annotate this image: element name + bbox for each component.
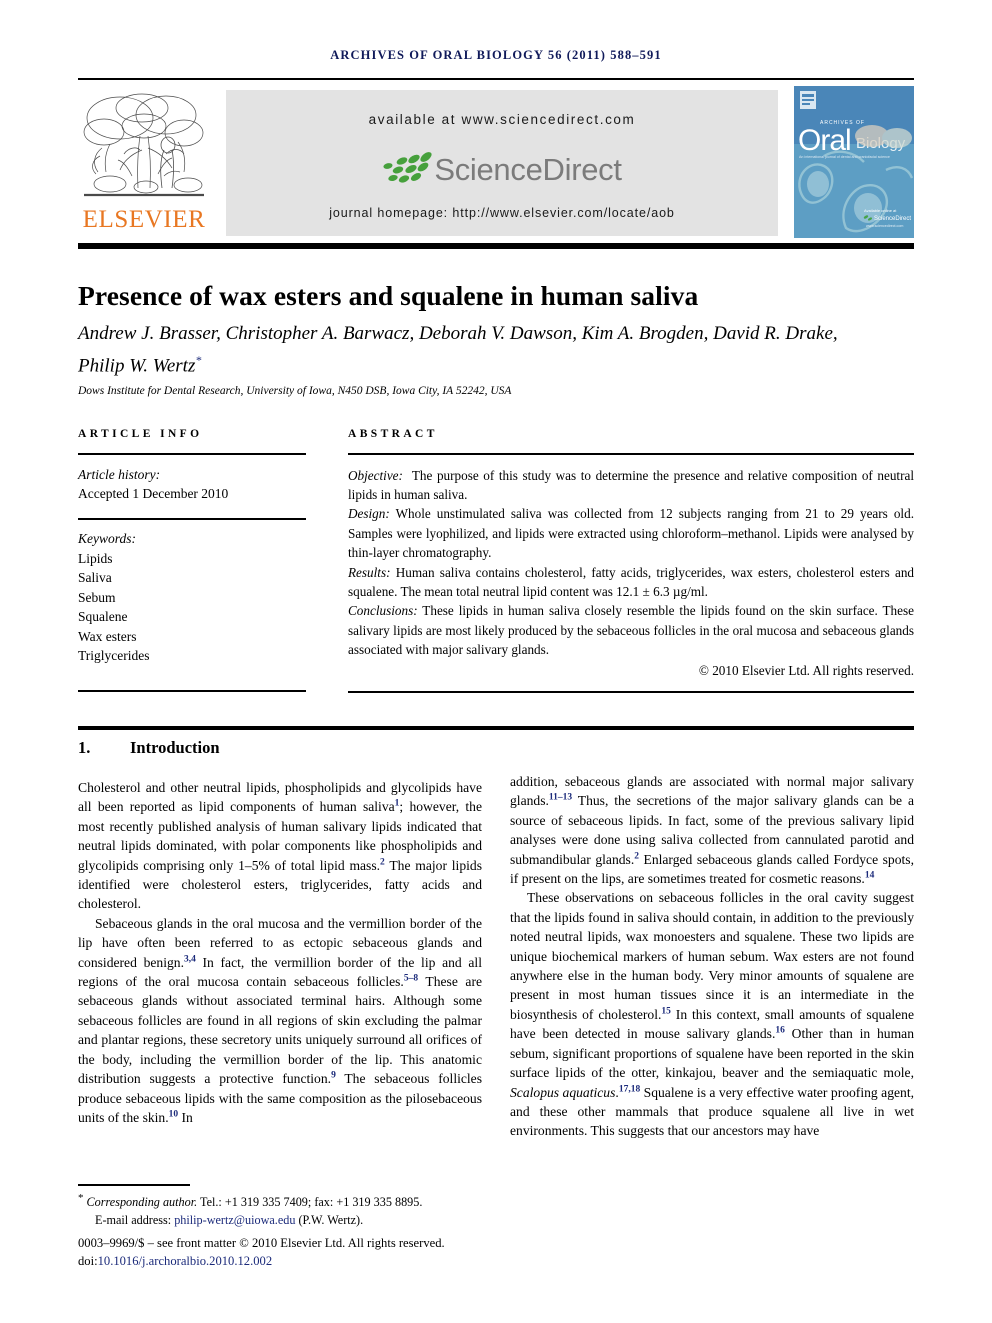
abstract-results: Results: Human saliva contains cholester… — [348, 563, 914, 602]
svg-text:www.sciencedirect.com: www.sciencedirect.com — [866, 224, 903, 228]
elsevier-wordmark: ELSEVIER — [82, 206, 206, 233]
article-info-heading: ARTICLE INFO — [78, 428, 203, 440]
svg-text:Oral: Oral — [798, 124, 851, 157]
abstract-conclusions-label: Conclusions: — [348, 603, 418, 619]
abstract-objective-label: Objective: — [348, 467, 403, 483]
reference-marker: 11–13 — [548, 792, 573, 803]
text-run: These observations on sebaceous follicle… — [510, 890, 914, 1022]
keyword-item: Squalene — [78, 609, 128, 624]
sciencedirect-wordmark: ScienceDirect — [434, 152, 622, 187]
email-note: E-mail address: philip-wertz@uiowa.edu (… — [78, 1212, 498, 1230]
footnote-star-marker: * — [78, 1192, 84, 1204]
reference-marker: 3,4 — [183, 954, 196, 965]
reference-marker: 16 — [775, 1025, 785, 1036]
abstract-objective-text: The purpose of this study was to determi… — [348, 467, 914, 502]
text-run: These are sebaceous glands without assoc… — [78, 974, 483, 1087]
keyword-item: Sebum — [78, 589, 116, 605]
paragraph: addition, sebaceous glands are associate… — [510, 772, 914, 888]
keywords-label: Keywords: — [78, 531, 136, 546]
abstract-results-label: Results: — [348, 564, 391, 580]
corresponding-author-contact: Tel.: +1 319 335 7409; fax: +1 319 335 8… — [197, 1195, 423, 1210]
section-number: 1. — [78, 738, 91, 757]
abstract-rule-bottom — [348, 690, 914, 694]
abstract-column: ABSTRACT Objective: The purpose of this … — [348, 428, 914, 694]
abstract-conclusions: Conclusions: These lipids in human saliv… — [348, 601, 914, 659]
paragraph: Sebaceous glands in the oral mucosa and … — [78, 914, 482, 1127]
text-run: In — [178, 1109, 193, 1125]
abstract-body: Objective: The purpose of this study was… — [348, 455, 914, 680]
section-heading-introduction: 1. Introduction — [78, 738, 220, 758]
running-head: ARCHIVES OF ORAL BIOLOGY 56 (2011) 588–5… — [330, 48, 662, 62]
svg-text:An international journal of de: An international journal of dental and c… — [799, 155, 890, 159]
email-label: E-mail address: — [95, 1212, 172, 1227]
paragraph: These observations on sebaceous follicle… — [510, 888, 914, 1140]
journal-homepage-text: journal homepage: http://www.elsevier.co… — [329, 206, 675, 220]
doi-label: doi: — [78, 1253, 98, 1268]
corresponding-author-note: * Corresponding author. Tel.: +1 319 335… — [78, 1190, 498, 1212]
article-info-rule-3 — [78, 689, 306, 692]
keyword-item: Wax esters — [78, 628, 137, 644]
species-name: Scalopus aquaticus — [510, 1084, 616, 1100]
journal-cover-thumbnail: ARCHIVES OF Oral Biology An internationa… — [794, 86, 914, 238]
author-names: Andrew J. Brasser, Christopher A. Barwac… — [78, 323, 838, 377]
article-title: Presence of wax esters and squalene in h… — [78, 280, 699, 312]
corresponding-author-marker: * — [195, 353, 202, 367]
doi-link[interactable]: 10.1016/j.archoralbio.2010.12.002 — [98, 1254, 273, 1268]
corresponding-author-label: Corresponding author. — [86, 1195, 198, 1210]
abstract-copyright: © 2010 Elsevier Ltd. All rights reserved… — [698, 662, 914, 678]
article-history-label: Article history: — [78, 466, 161, 482]
author-list: Andrew J. Brasser, Christopher A. Barwac… — [78, 320, 878, 379]
sciencedirect-band: available at www.sciencedirect.com Scien… — [226, 90, 778, 236]
email-link[interactable]: philip-wertz@uiowa.edu — [174, 1213, 295, 1227]
issn-front-matter: 0003–9969/$ – see front matter © 2010 El… — [78, 1236, 445, 1250]
body-column-right: addition, sebaceous glands are associate… — [510, 772, 914, 1141]
reference-marker: 14 — [864, 870, 875, 881]
keyword-item: Triglycerides — [78, 648, 150, 663]
reference-marker: 5–8 — [403, 973, 419, 984]
body-separator-rule — [78, 726, 914, 730]
footnote-block: * Corresponding author. Tel.: +1 319 335… — [78, 1190, 498, 1229]
email-owner: (P.W. Wertz). — [298, 1212, 364, 1227]
abstract-design: Design: Whole unstimulated saliva was co… — [348, 504, 914, 562]
abstract-design-label: Design: — [348, 506, 390, 522]
body-column-left: Cholesterol and other neutral lipids, ph… — [78, 778, 482, 1127]
abstract-heading: ABSTRACT — [348, 428, 438, 440]
reference-marker: 17,18 — [618, 1083, 641, 1094]
article-page: ARCHIVES OF ORAL BIOLOGY 56 (2011) 588–5… — [0, 0, 992, 1323]
available-at-text: available at www.sciencedirect.com — [368, 112, 636, 127]
keywords-list: Keywords: Lipids Saliva Sebum Squalene W… — [78, 520, 306, 666]
elsevier-tree-icon — [80, 88, 208, 206]
imprint-block: 0003–9969/$ – see front matter © 2010 El… — [78, 1235, 548, 1270]
article-history-value: Accepted 1 December 2010 — [78, 486, 229, 501]
doi-line: doi:10.1016/j.archoralbio.2010.12.002 — [78, 1253, 548, 1271]
sciencedirect-logo: ScienceDirect — [226, 148, 778, 196]
elsevier-logo: ELSEVIER — [78, 86, 210, 240]
abstract-objective: Objective: The purpose of this study was… — [348, 466, 914, 505]
svg-text:ScienceDirect: ScienceDirect — [874, 216, 911, 222]
header-rule-bottom — [78, 243, 914, 249]
article-info-column: ARTICLE INFO Article history: Accepted 1… — [78, 428, 306, 692]
journal-banner: ELSEVIER available at www.sciencedirect.… — [78, 86, 914, 240]
sciencedirect-leaves-icon — [383, 152, 432, 183]
header-rule-top — [78, 78, 914, 80]
abstract-results-text: Human saliva contains cholesterol, fatty… — [348, 564, 915, 599]
footnote-rule — [78, 1184, 190, 1186]
keyword-item: Lipids — [78, 550, 113, 566]
paragraph: Cholesterol and other neutral lipids, ph… — [78, 778, 482, 914]
abstract-conclusions-text: These lipids in human saliva closely res… — [348, 603, 914, 658]
article-history: Article history: Accepted 1 December 201… — [78, 455, 306, 504]
reference-marker: 15 — [661, 1006, 671, 1017]
abstract-design-text: Whole unstimulated saliva was collected … — [348, 506, 914, 561]
reference-marker: 10 — [168, 1109, 179, 1120]
section-title: Introduction — [130, 738, 220, 757]
keyword-item: Saliva — [78, 570, 112, 585]
affiliation: Dows Institute for Dental Research, Univ… — [78, 385, 512, 397]
svg-text:Available online at: Available online at — [864, 208, 897, 213]
